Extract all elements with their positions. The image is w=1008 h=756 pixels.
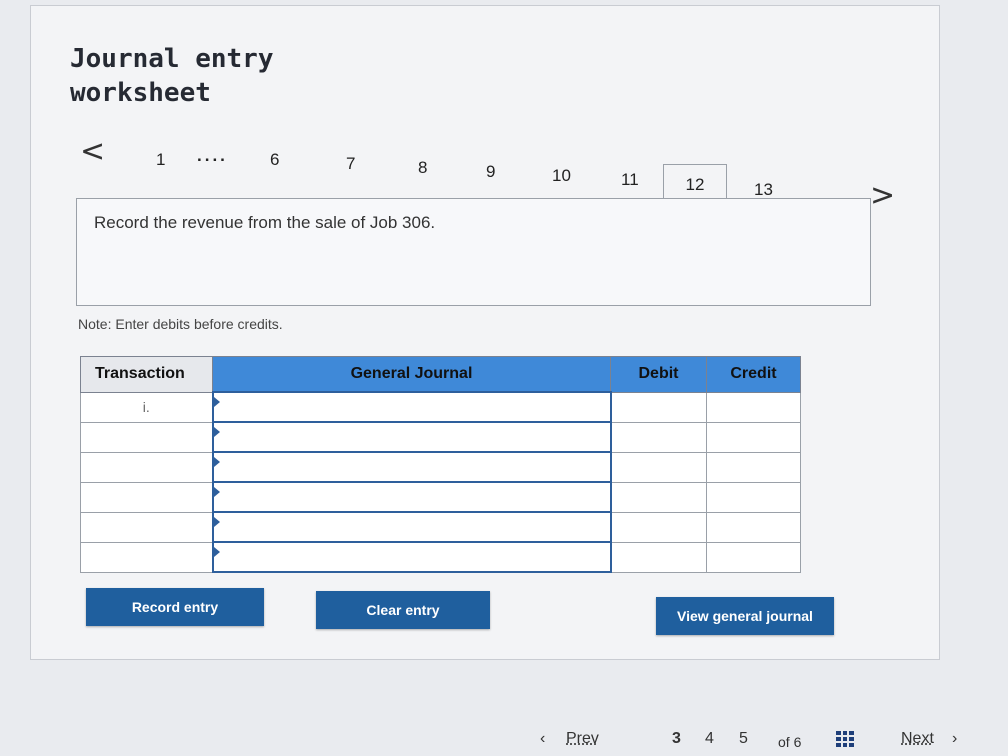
debit-input[interactable] [611, 454, 706, 480]
account-input[interactable] [213, 514, 610, 540]
debit-cell [610, 511, 707, 543]
account-cell [211, 391, 612, 423]
transaction-header: Transaction [80, 356, 213, 393]
title-line-1: Journal entry [70, 44, 274, 74]
account-input[interactable] [213, 484, 610, 510]
transaction-cell [80, 541, 213, 573]
tabs-prev-arrow[interactable]: < [80, 134, 105, 169]
record-entry-button[interactable]: Record entry [86, 588, 264, 626]
tab-7[interactable]: 7 [346, 154, 355, 174]
credit-cell [706, 541, 801, 573]
credit-cell [706, 391, 801, 423]
account-cell [211, 421, 612, 453]
debit-input[interactable] [611, 424, 706, 450]
account-input[interactable] [213, 394, 610, 420]
debit-cell [610, 541, 707, 573]
page-count: of 6 [778, 734, 802, 750]
table-row: i. [80, 391, 801, 423]
debit-input[interactable] [611, 484, 706, 510]
instruction-box: Record the revenue from the sale of Job … [76, 198, 871, 306]
credit-cell [706, 451, 801, 483]
transaction-cell [80, 511, 213, 543]
journal-table: Transaction General Journal Debit Credit… [80, 356, 801, 573]
note-text: Note: Enter debits before credits. [78, 316, 283, 332]
table-row [80, 511, 801, 543]
prev-chevron-icon[interactable]: ‹ [540, 730, 545, 748]
credit-input[interactable] [707, 394, 800, 420]
credit-input[interactable] [707, 544, 800, 570]
account-input[interactable] [213, 454, 610, 480]
transaction-cell [80, 451, 213, 483]
debit-cell [610, 421, 707, 453]
credit-input[interactable] [707, 484, 800, 510]
instruction-text: Record the revenue from the sale of Job … [94, 213, 436, 232]
credit-input[interactable] [707, 454, 800, 480]
next-chevron-icon[interactable]: › [952, 730, 957, 748]
transaction-cell [80, 421, 213, 453]
account-cell [211, 541, 612, 573]
table-row [80, 541, 801, 573]
credit-input[interactable] [707, 514, 800, 540]
credit-cell [706, 421, 801, 453]
debit-cell [610, 391, 707, 423]
view-general-journal-button[interactable]: View general journal [656, 597, 834, 635]
account-input[interactable] [213, 424, 610, 450]
table-row [80, 451, 801, 483]
tab-1[interactable]: 1 [156, 150, 165, 170]
journal-header-row: Transaction General Journal Debit Credit [80, 356, 801, 393]
credit-header: Credit [706, 356, 801, 393]
debit-cell [610, 451, 707, 483]
grid-view-icon[interactable] [836, 731, 854, 747]
debit-input[interactable] [611, 394, 706, 420]
table-row [80, 481, 801, 513]
page-3[interactable]: 3 [672, 730, 681, 748]
account-input[interactable] [213, 544, 610, 570]
debit-header: Debit [610, 356, 707, 393]
credit-cell [706, 511, 801, 543]
prev-link[interactable]: Prev [566, 730, 599, 748]
transaction-cell [80, 481, 213, 513]
page-title: Journal entry worksheet [70, 42, 274, 110]
tab-13[interactable]: 13 [754, 180, 773, 200]
title-line-2: worksheet [70, 78, 211, 108]
tab-6[interactable]: 6 [270, 150, 279, 170]
debit-input[interactable] [611, 544, 706, 570]
tab-9[interactable]: 9 [486, 162, 495, 182]
account-cell [211, 511, 612, 543]
account-cell [211, 481, 612, 513]
tab-ellipsis: .... [197, 146, 228, 165]
tabs-next-arrow[interactable]: > [870, 178, 895, 213]
tab-8[interactable]: 8 [418, 158, 427, 178]
table-row [80, 421, 801, 453]
credit-input[interactable] [707, 424, 800, 450]
tab-11[interactable]: 11 [621, 170, 639, 190]
transaction-cell: i. [80, 391, 213, 423]
page-5[interactable]: 5 [739, 730, 748, 748]
clear-entry-button[interactable]: Clear entry [316, 591, 490, 629]
worksheet-tabs: < 1 .... 6 7 8 9 10 11 12 13 > [70, 134, 910, 213]
credit-cell [706, 481, 801, 513]
debit-input[interactable] [611, 514, 706, 540]
next-link[interactable]: Next [901, 730, 934, 748]
general-journal-header: General Journal [212, 356, 611, 393]
page-4[interactable]: 4 [705, 730, 714, 748]
debit-cell [610, 481, 707, 513]
tab-10[interactable]: 10 [552, 166, 571, 186]
account-cell [211, 451, 612, 483]
